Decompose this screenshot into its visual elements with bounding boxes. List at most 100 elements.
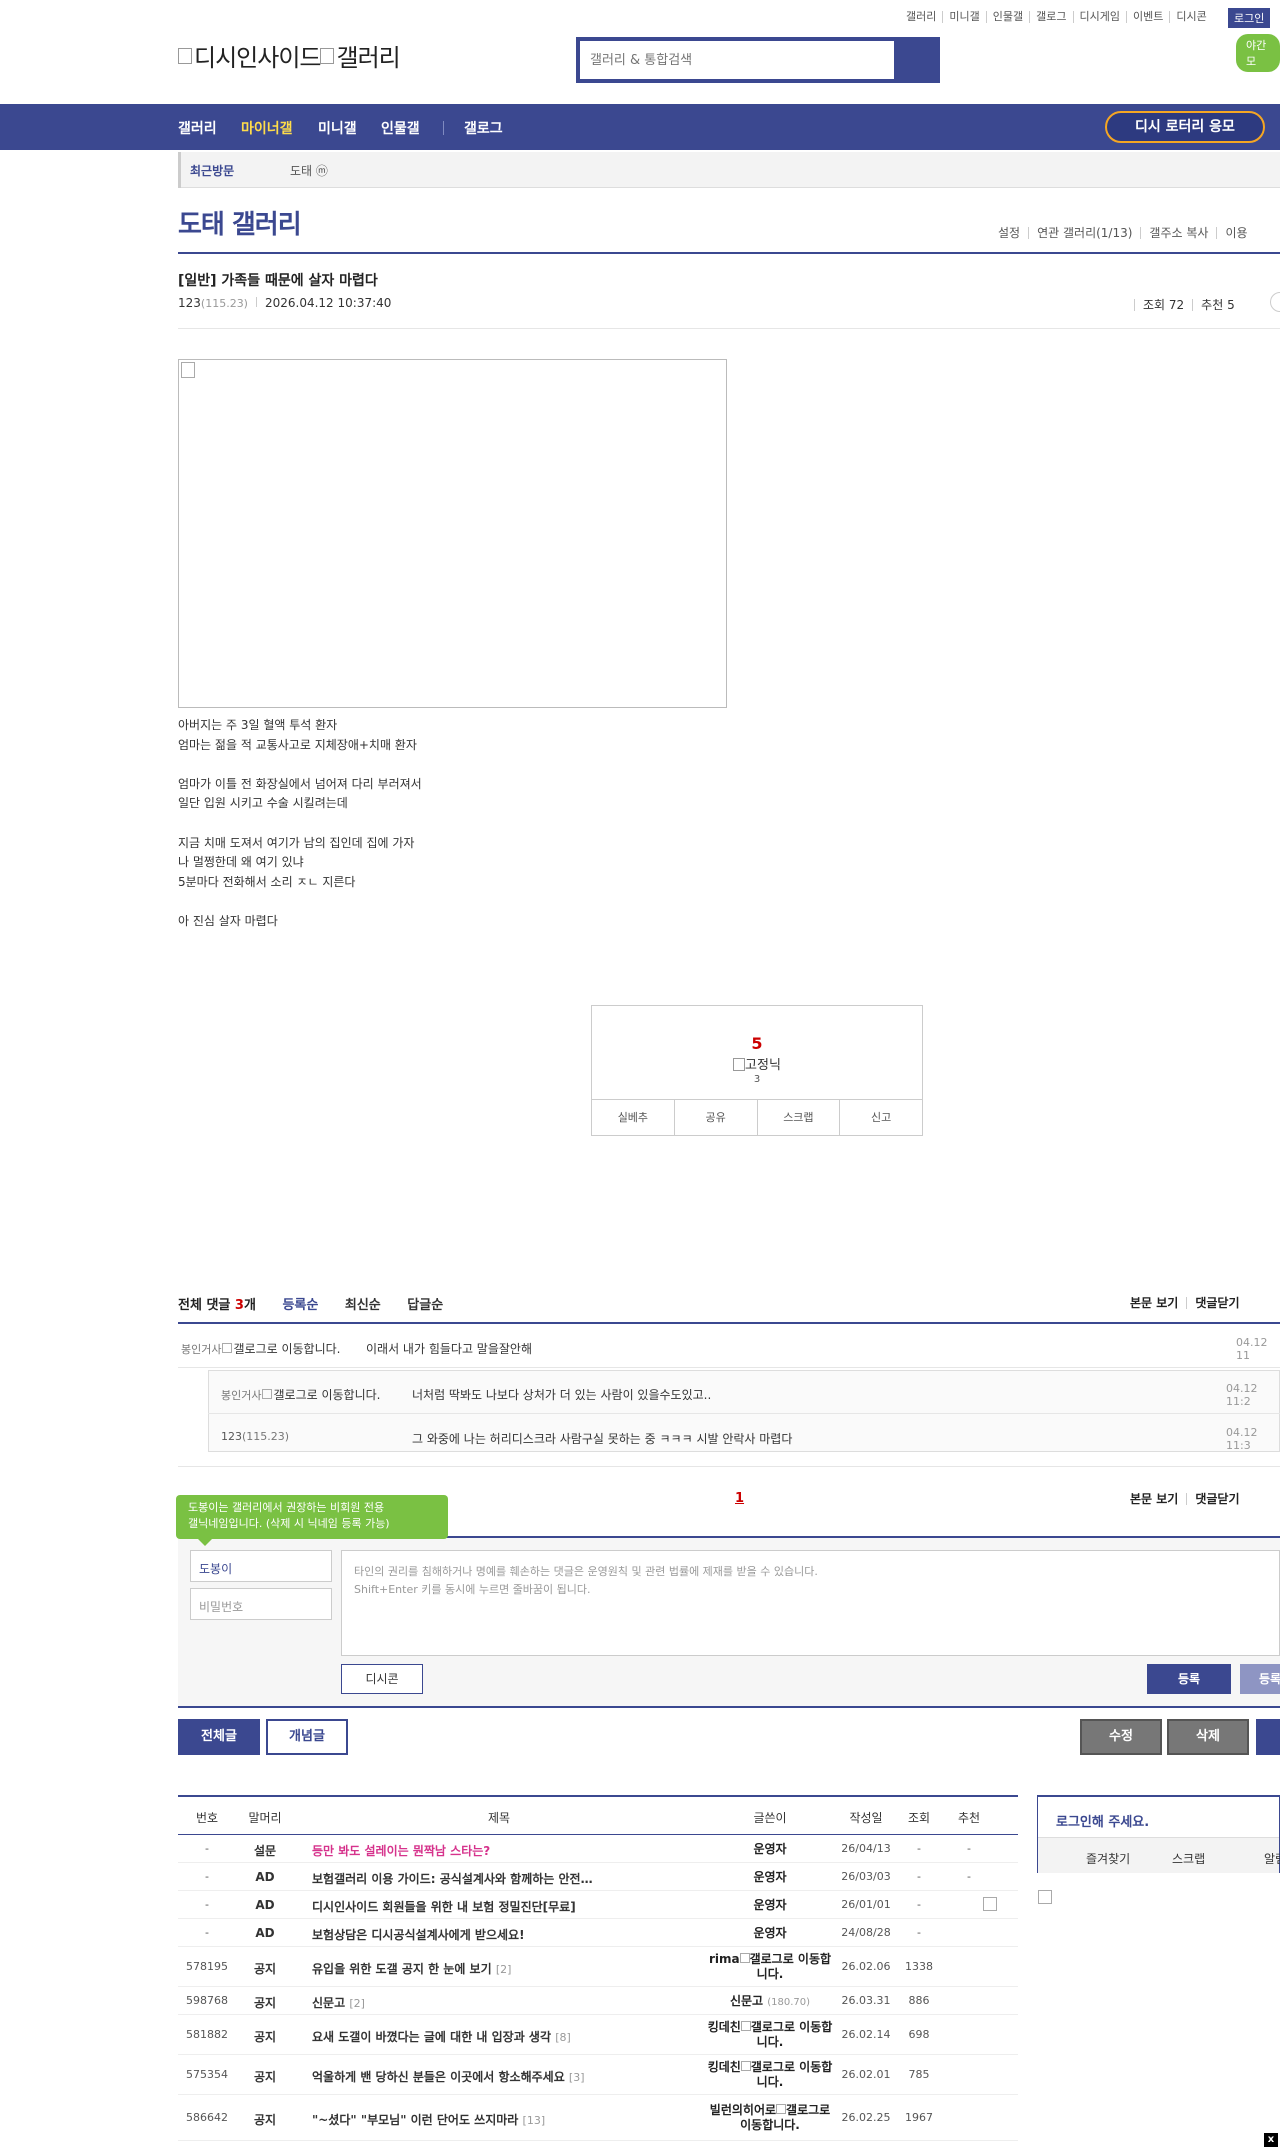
- row-writer[interactable]: 운영자: [704, 1842, 836, 1857]
- table-row[interactable]: - 설문 등만 봐도 설레이는 뭔짝남 스타는? 운영자 26/04/13 - -: [178, 1835, 1018, 1863]
- row-writer[interactable]: 운영자: [704, 1870, 836, 1885]
- nav-minor-gallery[interactable]: 마이너갤: [241, 118, 293, 138]
- gallery-settings-link[interactable]: 설정: [990, 227, 1028, 239]
- nav-gallog[interactable]: 갤로그: [464, 118, 503, 138]
- row-subject[interactable]: 유입을 위한 도갤 공지 한 눈에 보기 [2]: [312, 1960, 702, 1977]
- post-image[interactable]: [178, 359, 727, 708]
- gallery-title[interactable]: 도태 갤러리: [178, 204, 302, 241]
- util-link-game[interactable]: 디시게임: [1072, 11, 1126, 23]
- row-writer[interactable]: 킹데친 갤로그로 이동합니다.: [704, 2020, 836, 2050]
- copy-gallery-address-link[interactable]: 갤주소 복사: [1140, 227, 1216, 239]
- close-icon[interactable]: x: [1264, 2133, 1278, 2147]
- write-button-partial[interactable]: [1256, 1719, 1280, 1755]
- row-subject[interactable]: "~셨다" "부모님" 이런 단어도 쓰지마라 [13]: [312, 2111, 702, 2128]
- row-writer[interactable]: 운영자: [704, 1898, 836, 1913]
- comment-page-1[interactable]: 1: [735, 1491, 744, 1506]
- sort-latest[interactable]: 최신순: [345, 1294, 381, 1313]
- logo-gallery-text: 갤러리: [336, 44, 400, 72]
- sort-replies[interactable]: 답글순: [407, 1294, 443, 1313]
- util-link-dccon[interactable]: 디시콘: [1169, 11, 1212, 23]
- util-link-gallery[interactable]: 갤러리: [900, 11, 942, 23]
- util-link-gallog[interactable]: 갤로그: [1029, 11, 1072, 23]
- password-field[interactable]: 비밀번호: [190, 1588, 332, 1620]
- report-button[interactable]: 신고: [839, 1100, 922, 1135]
- broken-image-icon: [983, 1897, 997, 1911]
- site-logo[interactable]: 디시인사이드 갤러리: [178, 38, 401, 73]
- login-button[interactable]: 로그인: [1228, 8, 1271, 28]
- search-input[interactable]: [580, 41, 894, 79]
- row-writer[interactable]: 킹데친 갤로그로 이동합니다.: [704, 2060, 836, 2090]
- scrap-link[interactable]: 스크랩: [1172, 1850, 1205, 1867]
- nav-gallery[interactable]: 갤러리: [178, 118, 217, 138]
- dccon-button[interactable]: 디시콘: [341, 1664, 423, 1694]
- row-subject[interactable]: 등만 봐도 설레이는 뭔짝남 스타는?: [312, 1842, 702, 1859]
- fixed-nick-recommend: 고정닉: [592, 1054, 922, 1073]
- comment-nick[interactable]: 봉인거사 갤로그로 이동합니다.: [181, 1340, 340, 1357]
- util-link-mini[interactable]: 미니갤: [942, 11, 985, 23]
- login-prompt[interactable]: 로그인해 주세요.: [1056, 1811, 1149, 1830]
- lottery-button[interactable]: 디시 로터리 응모: [1105, 111, 1265, 143]
- view-post-link[interactable]: 본문 보기: [1122, 1297, 1186, 1309]
- recent-visit-label[interactable]: 최근방문: [190, 162, 234, 179]
- nickname-field[interactable]: 도봉이: [190, 1550, 332, 1582]
- scrap-button[interactable]: 스크랩: [756, 1100, 840, 1135]
- table-row[interactable]: 586642 공지 "~셨다" "부모님" 이런 단어도 쓰지마라 [13] 빌런의히…: [178, 2095, 1018, 2141]
- post-author[interactable]: 123: [178, 296, 201, 310]
- login-box: 로그인해 주세요. 즐겨찾기 스크랩 알림: [1037, 1795, 1280, 1873]
- row-subject[interactable]: 억울하게 밴 당하신 분들은 이곳에서 항소해주세요 [3]: [312, 2068, 702, 2085]
- comment-textarea[interactable]: 타인의 권리를 침해하거나 명예를 훼손하는 댓글은 운영원칙 및 관련 법률에…: [341, 1550, 1280, 1656]
- view-post-link[interactable]: 본문 보기: [1122, 1493, 1186, 1505]
- comment-nick[interactable]: 봉인거사 갤로그로 이동합니다.: [221, 1386, 380, 1403]
- body-line: 일단 입원 시키고 수술 시킬려는데: [178, 796, 348, 811]
- close-comments-link[interactable]: 댓글닫기: [1186, 1297, 1247, 1309]
- concept-posts-button[interactable]: 개념글: [266, 1719, 348, 1755]
- row-head: AD: [255, 1898, 275, 1912]
- table-row[interactable]: 598768 공지 신문고 [2] 신문고 (180.70) 26.03.31 886: [178, 1987, 1018, 2015]
- all-posts-button[interactable]: 전체글: [178, 1719, 260, 1755]
- row-number: -: [205, 1870, 209, 1883]
- util-link-event[interactable]: 이벤트: [1125, 11, 1169, 23]
- close-comments-link[interactable]: 댓글닫기: [1186, 1493, 1247, 1505]
- table-row[interactable]: - AD 보험상담은 디시공식설계사에게 받으세요! 운영자 24/08/28 -: [178, 1919, 1018, 1947]
- row-subject[interactable]: 신문고 [2]: [312, 1994, 702, 2011]
- notification-link[interactable]: 알림: [1264, 1850, 1280, 1867]
- nav-mini-gallery[interactable]: 미니갤: [318, 118, 357, 138]
- post-recommend: 추천 5: [1192, 299, 1243, 311]
- edit-button[interactable]: 수정: [1080, 1719, 1162, 1755]
- table-row[interactable]: - AD 보험갤러리 이용 가이드: 공식설계사와 함께하는 안전… 운영자 26/03…: [178, 1863, 1018, 1891]
- table-row[interactable]: 578195 공지 유입을 위한 도갤 공지 한 눈에 보기 [2] rima 갤로그로…: [178, 1947, 1018, 1987]
- row-number: 581882: [186, 2028, 228, 2041]
- nav-person-gallery[interactable]: 인물갤: [381, 118, 420, 138]
- row-views: -: [917, 1926, 921, 1939]
- related-gallery-link[interactable]: 연관 갤러리(1/13): [1028, 227, 1140, 239]
- row-subject[interactable]: 보험갤러리 이용 가이드: 공식설계사와 함께하는 안전…: [312, 1870, 702, 1887]
- recommend-count[interactable]: 5: [592, 1034, 922, 1053]
- row-date: 26.03.31: [841, 1994, 891, 2007]
- row-writer[interactable]: rima 갤로그로 이동합니다.: [704, 1952, 836, 1982]
- table-row[interactable]: 575354 공지 억울하게 밴 당하신 분들은 이곳에서 항소해주세요 [3] 킹데…: [178, 2055, 1018, 2095]
- sort-registered[interactable]: 등록순: [282, 1294, 318, 1313]
- gallery-usage-link[interactable]: 이용: [1216, 227, 1255, 239]
- night-mode-toggle[interactable]: 야간 모: [1236, 34, 1280, 72]
- delete-button[interactable]: 삭제: [1167, 1719, 1249, 1755]
- fixed-nick-count: 3: [753, 1074, 761, 1085]
- search-button[interactable]: [894, 41, 936, 79]
- util-link-person[interactable]: 인물갤: [985, 11, 1029, 23]
- table-row[interactable]: 581882 공지 요새 도갤이 바꼈다는 글에 대한 내 입장과 생각 [8] 킹데…: [178, 2015, 1018, 2055]
- recent-visit-item[interactable]: 도태 ⓜ: [290, 162, 328, 179]
- body-line: [178, 755, 422, 775]
- comment-nick[interactable]: 123(115.23): [221, 1430, 289, 1443]
- real-best-button[interactable]: 실베추: [592, 1100, 674, 1135]
- submit-button[interactable]: 등록: [1147, 1664, 1231, 1694]
- share-button[interactable]: 공유: [673, 1100, 757, 1135]
- row-subject[interactable]: 디시인사이드 회원들을 위한 내 보험 정밀진단[무료]: [312, 1898, 702, 1915]
- more-icon[interactable]: [1270, 292, 1280, 312]
- table-row[interactable]: - AD 디시인사이드 회원들을 위한 내 보험 정밀진단[무료] 운영자 26/01/…: [178, 1891, 1018, 1919]
- submit-recommend-button[interactable]: 등록: [1240, 1664, 1280, 1694]
- row-writer[interactable]: 빌런의히어로 갤로그로 이동합니다.: [704, 2103, 836, 2133]
- favorites-link[interactable]: 즐겨찾기: [1086, 1850, 1130, 1867]
- row-subject[interactable]: 보험상담은 디시공식설계사에게 받으세요!: [312, 1926, 702, 1943]
- row-writer[interactable]: 운영자: [704, 1926, 836, 1941]
- row-writer[interactable]: 신문고 (180.70): [704, 1994, 836, 2010]
- row-subject[interactable]: 요새 도갤이 바꼈다는 글에 대한 내 입장과 생각 [8]: [312, 2028, 702, 2045]
